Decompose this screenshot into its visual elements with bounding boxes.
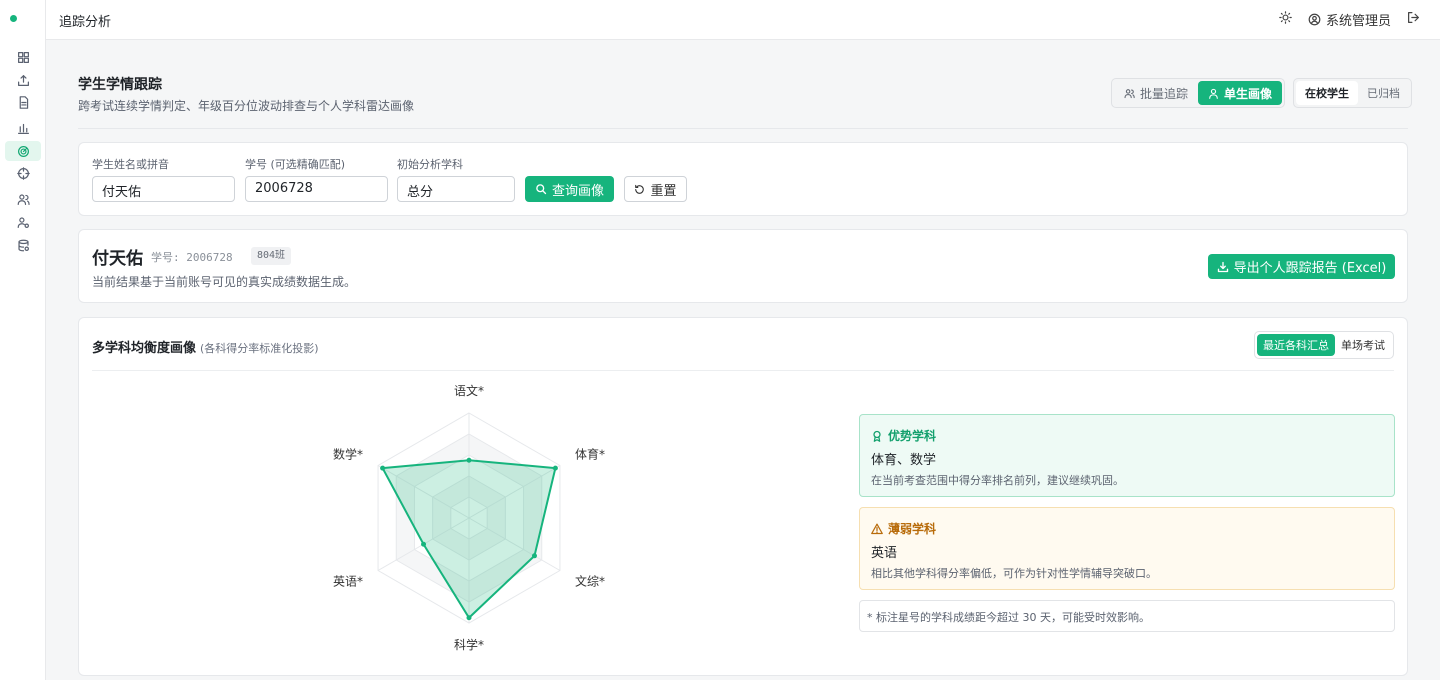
search-icon — [536, 184, 547, 195]
id-label: 学号 (可选精确匹配) — [245, 158, 346, 171]
page-breadcrumb: 追踪分析 — [59, 15, 112, 30]
status-switch: 在校学生 已归档 — [1293, 78, 1412, 108]
tab-enrolled[interactable]: 在校学生 — [1296, 81, 1358, 105]
subject-label: 初始分析学科 — [397, 158, 463, 171]
tab-recent-summary[interactable]: 最近各科汇总 — [1257, 334, 1335, 356]
logo-dot — [10, 15, 17, 22]
page-title: 学生学情跟踪 — [78, 77, 162, 93]
query-button[interactable]: 查询画像 — [525, 176, 614, 202]
strong-heading: 优势学科 — [871, 427, 936, 444]
user-settings-icon[interactable] — [5, 212, 41, 232]
logout-icon[interactable] — [1407, 11, 1420, 28]
radar-data-point — [552, 465, 558, 471]
upload-icon[interactable] — [5, 70, 41, 90]
radar-data-point — [466, 457, 472, 463]
radar-icon[interactable] — [5, 141, 41, 161]
tab-archived[interactable]: 已归档 — [1358, 81, 1409, 105]
radar-data-point — [421, 541, 427, 547]
student-name: 付天佑 — [92, 249, 143, 269]
header-divider — [78, 128, 1408, 129]
user-circle-icon — [1308, 13, 1321, 26]
name-input[interactable]: 付天佑 — [92, 176, 235, 202]
tab-single-profile[interactable]: 单生画像 — [1198, 81, 1283, 105]
tab-single-exam[interactable]: 单场考试 — [1335, 334, 1391, 356]
bar-chart-icon[interactable] — [5, 118, 41, 138]
radar-data-point — [380, 465, 386, 471]
radar-hint: (各科得分率标准化投影) — [200, 342, 319, 355]
radar-axis-label: 语文* — [454, 383, 484, 398]
radar-axis-label: 科学* — [454, 637, 484, 652]
radar-data-point — [531, 553, 537, 559]
radar-title: 多学科均衡度画像 (各科得分率标准化投影) — [92, 341, 319, 356]
radar-axis-label: 英语* — [333, 575, 363, 589]
class-badge: 804班 — [251, 247, 292, 265]
radar-axis-label: 数学* — [333, 447, 363, 462]
strong-subjects: 体育、数学 — [871, 453, 937, 468]
award-icon — [873, 430, 881, 442]
dashboard-icon[interactable] — [5, 47, 41, 67]
top-bar: 追踪分析 系统管理员 — [46, 0, 1440, 40]
user-menu[interactable]: 系统管理员 — [1308, 10, 1391, 29]
radar-card: 多学科均衡度画像 (各科得分率标准化投影) 最近各科汇总 单场考试 语文* 体育* 文… — [78, 317, 1408, 676]
strong-description: 在当前考查范围中得分率排名前列，建议继续巩固。 — [871, 474, 1124, 487]
users-icon[interactable] — [5, 189, 41, 209]
page-subtitle: 跨考试连续学情判定、年级百分位波动排查与个人学科雷达画像 — [78, 99, 415, 113]
id-input[interactable]: 2006728 — [245, 176, 388, 202]
download-icon — [1217, 261, 1228, 272]
weak-description: 相比其他学科得分率偏低，可作为针对性学情辅导突破口。 — [871, 567, 1157, 580]
crosshair-icon[interactable] — [5, 163, 41, 183]
radar-scope-switch: 最近各科汇总 单场考试 — [1254, 331, 1394, 359]
user-name: 系统管理员 — [1325, 14, 1391, 29]
users-icon — [1124, 88, 1135, 98]
mode-switch: 批量追踪 单生画像 — [1111, 78, 1286, 108]
weak-subjects: 英语 — [871, 546, 898, 561]
footnote-box: * 标注星号的学科成绩距今超过 30 天，可能受时效影响。 — [859, 600, 1395, 632]
warning-icon — [871, 522, 883, 534]
subject-select[interactable]: 总分 — [397, 176, 515, 202]
tab-batch-tracking[interactable]: 批量追踪 — [1114, 81, 1198, 105]
radar-divider — [92, 370, 1394, 371]
data-source-note: 当前结果基于当前账号可见的真实成绩数据生成。 — [92, 275, 357, 289]
sun-icon[interactable] — [1279, 11, 1292, 28]
document-icon[interactable] — [5, 92, 41, 112]
strong-subjects-box: 优势学科 体育、数学 在当前考查范围中得分率排名前列，建议继续巩固。 — [859, 414, 1395, 497]
radar-axis-label: 文综* — [575, 574, 605, 589]
export-report-button[interactable]: 导出个人跟踪报告 (Excel) — [1208, 254, 1395, 279]
search-card: 学生姓名或拼音 付天佑 学号 (可选精确匹配) 2006728 初始分析学科 总… — [78, 142, 1408, 216]
student-card: 付天佑 学号: 2006728 804班 当前结果基于当前账号可见的真实成绩数据… — [78, 229, 1408, 303]
database-icon[interactable] — [5, 235, 41, 255]
user-icon — [1209, 88, 1218, 99]
radar-axis-label: 体育* — [575, 447, 605, 462]
radar-chart: 语文* 体育* 文综* 科学* 英语* 数学* — [333, 383, 605, 652]
reset-icon — [635, 184, 645, 194]
student-id: 学号: 2006728 — [151, 251, 233, 264]
radar-data-point — [466, 615, 472, 621]
name-label: 学生姓名或拼音 — [92, 158, 169, 171]
sidebar — [0, 0, 46, 680]
weak-subjects-box: 薄弱学科 英语 相比其他学科得分率偏低，可作为针对性学情辅导突破口。 — [859, 507, 1395, 590]
reset-button[interactable]: 重置 — [624, 176, 687, 202]
staleness-footnote: * 标注星号的学科成绩距今超过 30 天，可能受时效影响。 — [867, 611, 1150, 624]
weak-heading: 薄弱学科 — [871, 520, 936, 537]
